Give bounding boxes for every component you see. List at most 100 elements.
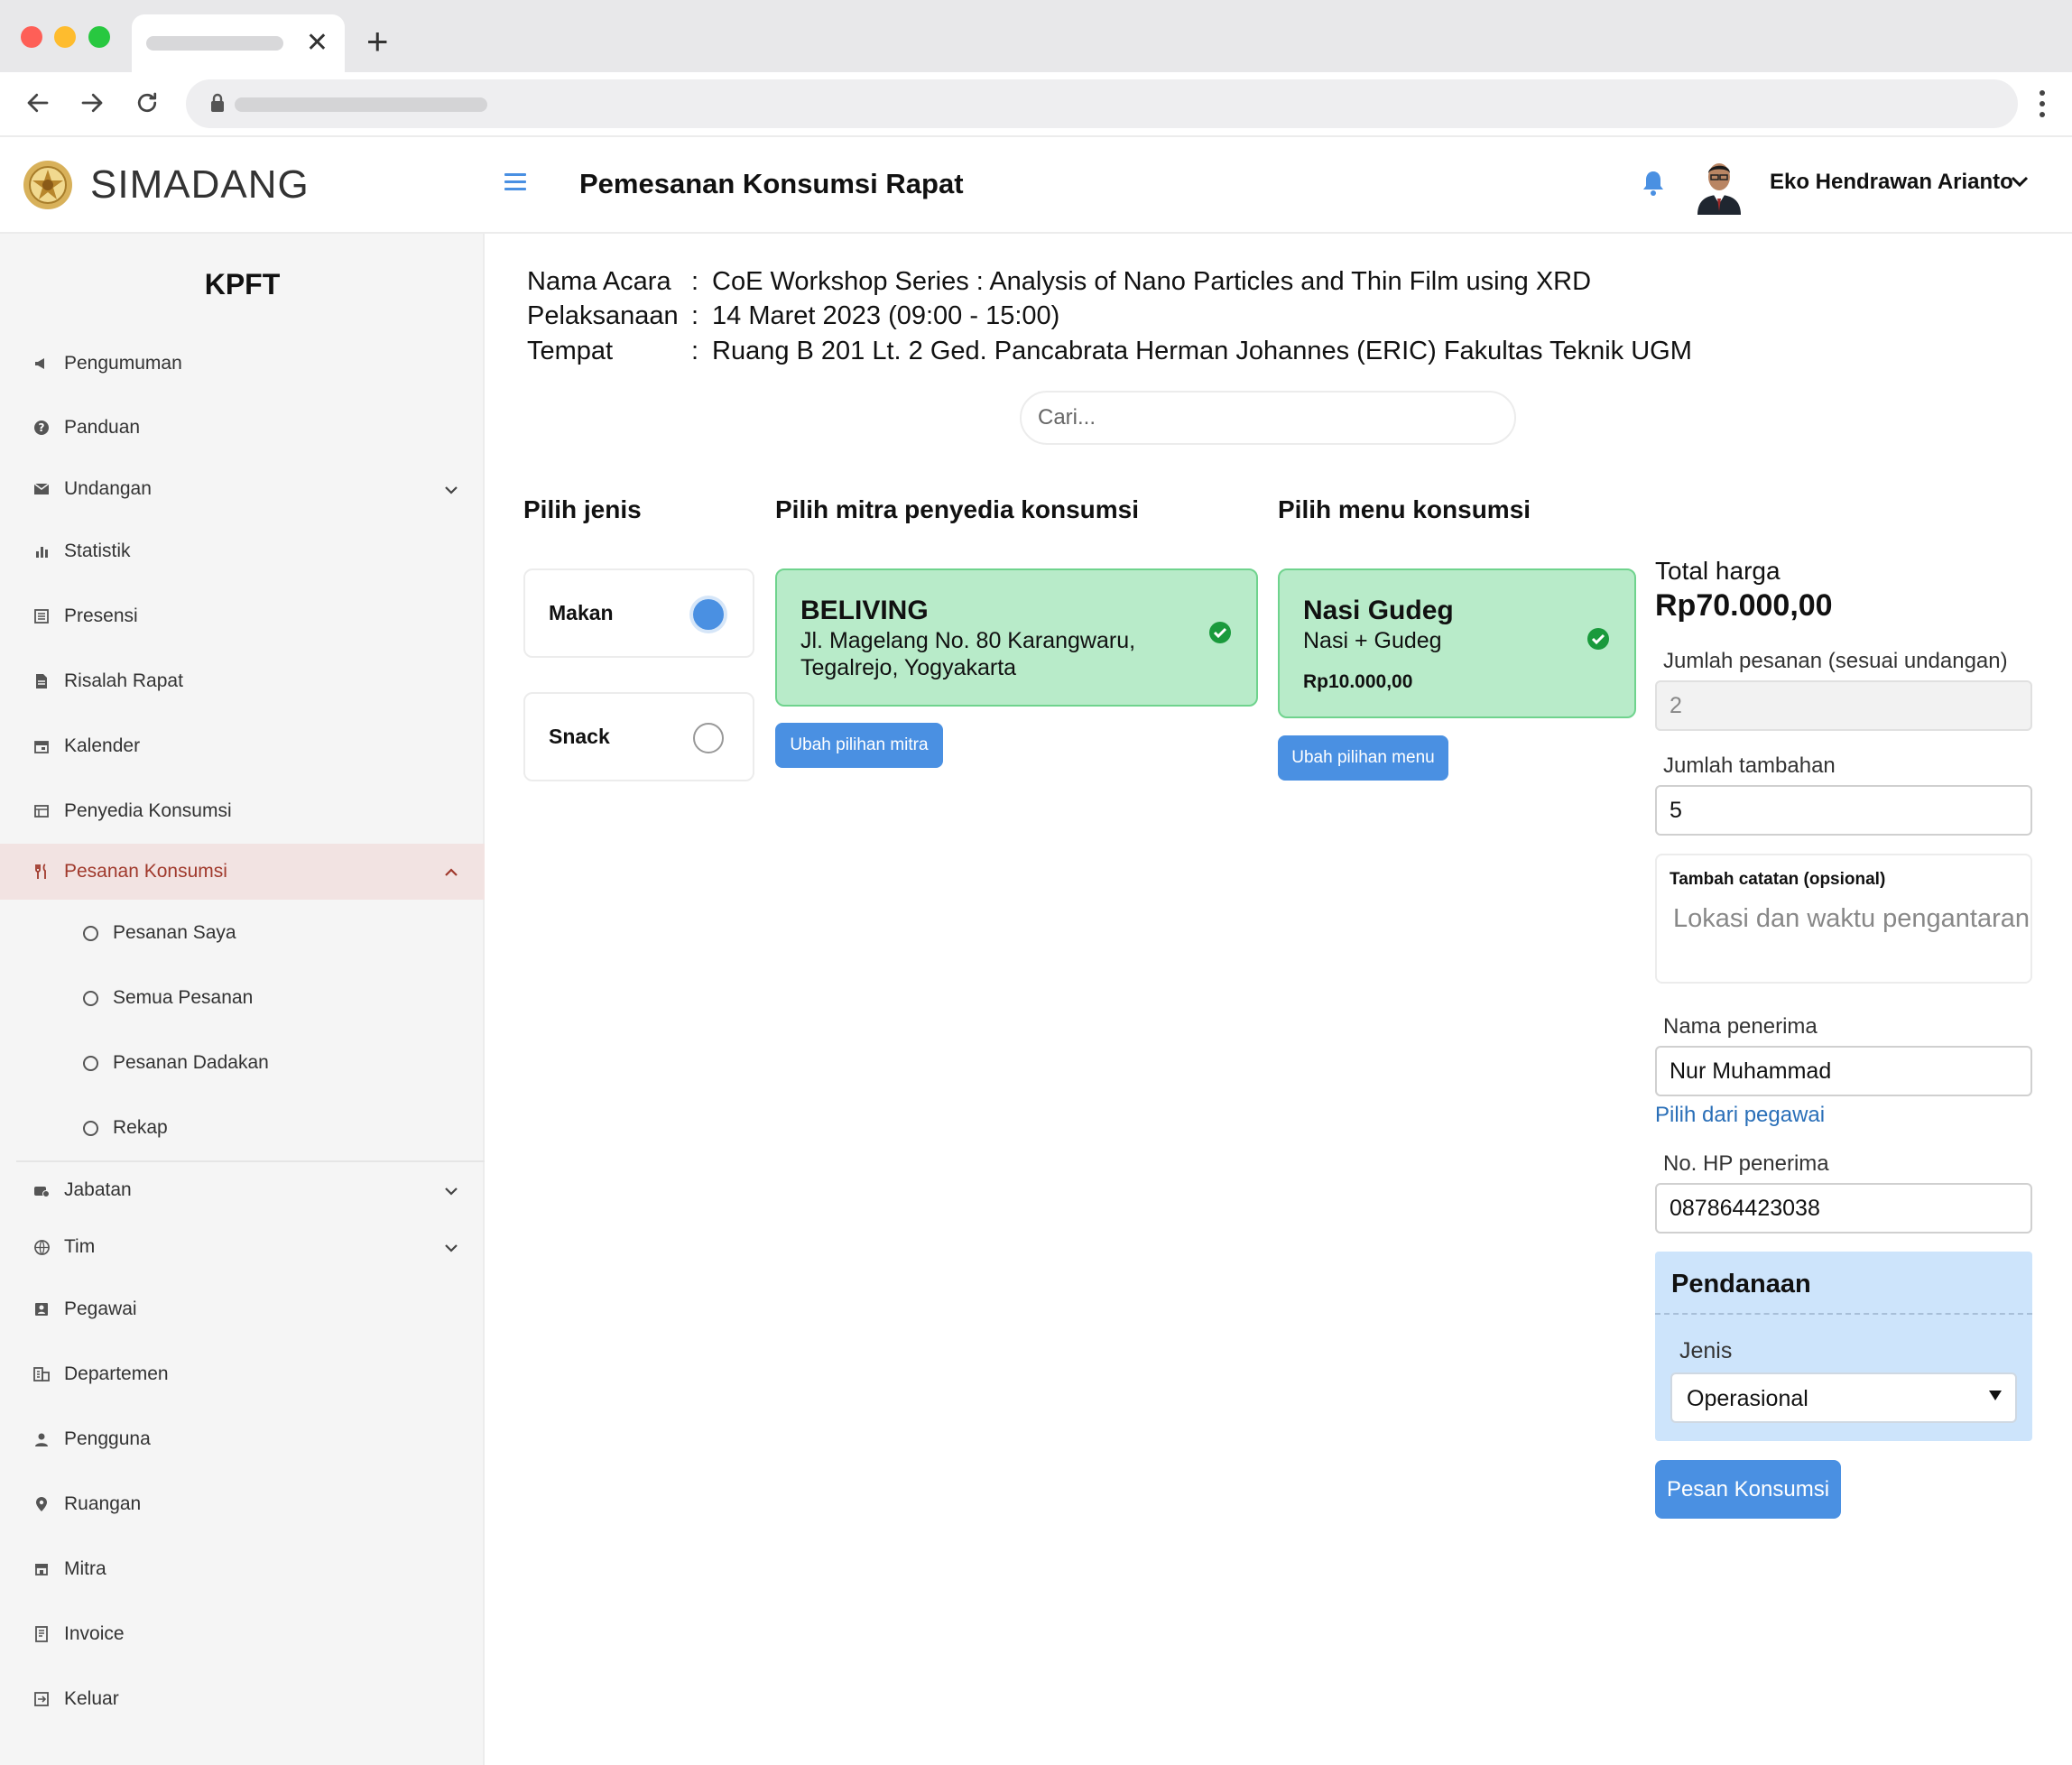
- hamburger-icon[interactable]: [504, 173, 526, 191]
- note-field[interactable]: Tambah catatan (opsional) Lokasi dan wak…: [1655, 854, 2032, 984]
- partner-name: BELIVING: [800, 596, 929, 625]
- sidebar-item-risalah-rapat[interactable]: Risalah Rapat: [0, 653, 485, 709]
- event-colon: :: [691, 301, 699, 330]
- plus-icon[interactable]: +: [366, 20, 389, 63]
- menu-name: Nasi Gudeg: [1303, 596, 1454, 625]
- menu-description: Nasi + Gudeg: [1303, 628, 1442, 653]
- sidebar-item-penyedia-konsumsi[interactable]: Penyedia Konsumsi: [0, 783, 485, 839]
- sidebar-subitem-semua-pesanan[interactable]: Semua Pesanan: [0, 970, 485, 1026]
- sidebar-item-statistik[interactable]: Statistik: [0, 523, 485, 579]
- help-circle-icon: ?: [32, 419, 51, 437]
- sidebar-item-departemen[interactable]: Departemen: [0, 1346, 485, 1402]
- menu-card[interactable]: Nasi Gudeg Nasi + Gudeg Rp10.000,00: [1278, 568, 1636, 718]
- browser-tab[interactable]: ✕: [132, 14, 345, 72]
- window-maximize-dot[interactable]: [88, 26, 110, 48]
- brand-name: SIMADANG: [90, 162, 310, 207]
- sidebar-item-jabatan[interactable]: Jabatan: [0, 1162, 485, 1218]
- map-pin-icon: [32, 1495, 51, 1513]
- sidebar-item-tim[interactable]: Tim: [0, 1219, 485, 1275]
- close-icon[interactable]: ✕: [306, 27, 328, 60]
- radio-selected[interactable]: [693, 599, 724, 630]
- order-submit-button[interactable]: Pesan Konsumsi: [1655, 1460, 1841, 1519]
- sidebar-item-label: Undangan: [64, 478, 152, 499]
- document-icon: [32, 672, 51, 690]
- recipient-name-field[interactable]: [1655, 1046, 2032, 1096]
- type-option-makan[interactable]: Makan: [523, 568, 754, 658]
- sidebar-item-invoice[interactable]: Invoice: [0, 1606, 485, 1662]
- sidebar-item-label: Tim: [64, 1236, 96, 1257]
- sidebar-subitem-pesanan-saya[interactable]: Pesanan Saya: [0, 905, 485, 961]
- user-avatar[interactable]: [1690, 152, 1748, 215]
- note-label: Tambah catatan (opsional): [1670, 870, 1886, 889]
- window-close-dot[interactable]: [21, 26, 42, 48]
- brand[interactable]: SIMADANG: [0, 137, 485, 234]
- sidebar-item-keluar[interactable]: Keluar: [0, 1671, 485, 1727]
- sidebar-item-presensi[interactable]: Presensi: [0, 588, 485, 644]
- invoice-icon: [32, 1625, 51, 1643]
- quantity-label: Jumlah pesanan (sesuai undangan): [1663, 649, 2008, 673]
- bar-chart-icon: [32, 542, 51, 560]
- change-partner-button[interactable]: Ubah pilihan mitra: [775, 723, 943, 768]
- search-input[interactable]: [1020, 391, 1516, 445]
- phone-field[interactable]: [1655, 1183, 2032, 1234]
- sidebar-item-label: Jabatan: [64, 1179, 132, 1200]
- sidebar-item-pesanan-konsumsi[interactable]: Pesanan Konsumsi: [0, 844, 485, 900]
- sidebar-item-label: Pesanan Konsumsi: [64, 861, 227, 882]
- sidebar-item-label: Pegawai: [64, 1298, 137, 1319]
- bell-icon[interactable]: [1642, 170, 1665, 197]
- app: SIMADANG KPFT Pengumuman ? Panduan Undan…: [0, 137, 2072, 1765]
- sidebar-subitem-pesanan-dadakan[interactable]: Pesanan Dadakan: [0, 1035, 485, 1091]
- circle-icon: [83, 1120, 98, 1136]
- pick-employee-link[interactable]: Pilih dari pegawai: [1655, 1103, 1825, 1128]
- sidebar-subitem-rekap[interactable]: Rekap: [0, 1100, 485, 1156]
- partner-address-line2: Tegalrejo, Yogyakarta: [800, 655, 1017, 680]
- lock-icon: [211, 93, 224, 112]
- reload-icon[interactable]: [127, 83, 167, 123]
- chevron-down-icon[interactable]: [2010, 175, 2030, 188]
- building-icon: [32, 1365, 51, 1383]
- chevron-down-icon: [444, 478, 458, 500]
- sidebar-subitem-label: Rekap: [113, 1117, 168, 1138]
- calendar-icon: [32, 737, 51, 755]
- user-name[interactable]: Eko Hendrawan Arianto: [1770, 170, 2013, 195]
- sidebar-item-label: Ruangan: [64, 1493, 142, 1514]
- sidebar-item-undangan[interactable]: Undangan: [0, 461, 485, 517]
- type-option-snack[interactable]: Snack: [523, 692, 754, 781]
- funding-type-value: Operasional: [1687, 1386, 1808, 1411]
- sidebar-item-label: Pengguna: [64, 1428, 151, 1449]
- sidebar-item-label: Risalah Rapat: [64, 670, 183, 691]
- event-colon: :: [691, 337, 699, 365]
- id-card-icon: [32, 1300, 51, 1318]
- partner-card[interactable]: BELIVING Jl. Magelang No. 80 Karangwaru,…: [775, 568, 1258, 707]
- address-bar[interactable]: [186, 79, 2018, 128]
- arrow-left-icon[interactable]: [18, 83, 58, 123]
- event-colon: :: [691, 267, 699, 296]
- menu-column-heading: Pilih menu konsumsi: [1278, 495, 1531, 523]
- sidebar-item-ruangan[interactable]: Ruangan: [0, 1476, 485, 1532]
- tab-title-placeholder: [146, 36, 283, 51]
- partner-column-heading: Pilih mitra penyedia konsumsi: [775, 495, 1140, 523]
- sidebar-item-kalender[interactable]: Kalender: [0, 718, 485, 774]
- sidebar-item-pengumuman[interactable]: Pengumuman: [0, 336, 485, 392]
- radio-unselected[interactable]: [693, 723, 724, 753]
- total-label: Total harga: [1655, 557, 1781, 585]
- kebab-menu-icon[interactable]: [2038, 88, 2047, 119]
- sidebar-item-label: Penyedia Konsumsi: [64, 800, 232, 821]
- recipient-label: Nama penerima: [1663, 1014, 1818, 1039]
- sidebar-item-label: Panduan: [64, 417, 141, 438]
- extra-quantity-field[interactable]: [1655, 785, 2032, 836]
- sidebar-item-pegawai[interactable]: Pegawai: [0, 1281, 485, 1337]
- sidebar-item-mitra[interactable]: Mitra: [0, 1541, 485, 1597]
- type-column-heading: Pilih jenis: [523, 495, 642, 523]
- list-icon: [32, 607, 51, 625]
- funding-divider: [1655, 1313, 2032, 1315]
- funding-type-select[interactable]: Operasional: [1670, 1372, 2017, 1423]
- window-minimize-dot[interactable]: [54, 26, 76, 48]
- event-label: Pelaksanaan: [527, 301, 679, 330]
- change-menu-button[interactable]: Ubah pilihan menu: [1278, 735, 1448, 781]
- sidebar-item-pengguna[interactable]: Pengguna: [0, 1411, 485, 1467]
- arrow-right-icon[interactable]: [72, 83, 112, 123]
- seal-logo: [23, 161, 72, 209]
- extra-quantity-label: Jumlah tambahan: [1663, 753, 1836, 778]
- sidebar-item-panduan[interactable]: ? Panduan: [0, 400, 485, 456]
